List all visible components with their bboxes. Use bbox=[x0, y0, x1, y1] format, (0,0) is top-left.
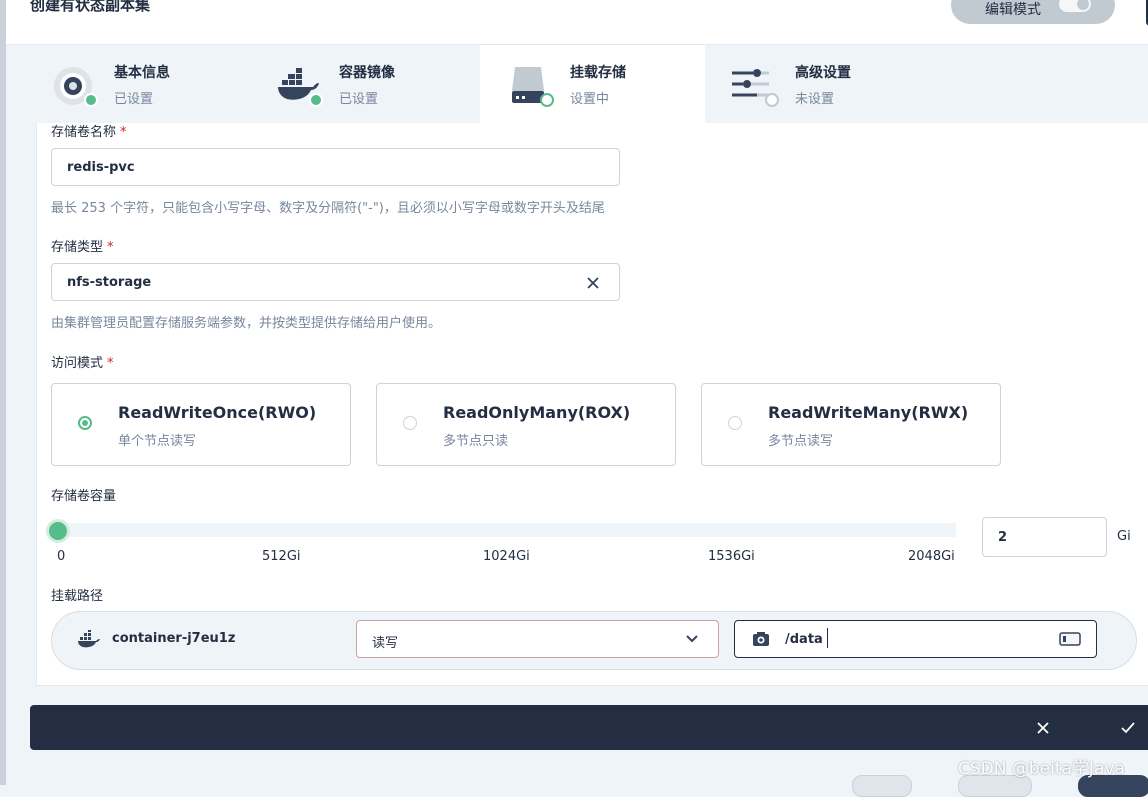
storage-class-select[interactable]: nfs-storage bbox=[51, 263, 620, 301]
label-text: 访问模式 bbox=[51, 356, 104, 371]
disk-drive-icon bbox=[1059, 632, 1081, 646]
storage-class-label: 存储类型 * bbox=[51, 236, 114, 255]
bottom-action-bar bbox=[30, 705, 1148, 750]
required-mark: * bbox=[107, 356, 114, 371]
mount-path-input[interactable]: /data bbox=[734, 620, 1097, 658]
access-mode-label: 访问模式 * bbox=[51, 352, 114, 371]
slider-tick-label: 1536Gi bbox=[708, 549, 755, 564]
storage-class-hint: 由集群管理员配置存储服务端参数，并按类型提供存储给用户使用。 bbox=[51, 316, 442, 331]
capacity-slider-handle[interactable] bbox=[46, 519, 70, 543]
label-text: 存储卷名称 bbox=[51, 125, 117, 140]
radio-unselected[interactable] bbox=[728, 416, 742, 430]
capacity-input[interactable]: 2 bbox=[982, 517, 1107, 557]
status-done-badge bbox=[84, 93, 98, 107]
camera-icon bbox=[753, 632, 769, 646]
step-name: 挂载存储 bbox=[570, 65, 626, 81]
capacity-label: 存储卷容量 bbox=[51, 489, 117, 504]
text-cursor bbox=[827, 628, 828, 648]
close-icon[interactable] bbox=[1036, 721, 1050, 735]
pvc-name-hint: 最长 253 个字符，只能包含小写字母、数字及分隔符("-")，且必须以小写字母… bbox=[51, 201, 605, 216]
mount-path-value: /data bbox=[785, 632, 823, 647]
required-mark: * bbox=[120, 125, 127, 140]
step-state: 未设置 bbox=[795, 92, 835, 107]
access-mode-title: ReadWriteMany(RWX) bbox=[768, 403, 969, 422]
slider-tick-label: 1024Gi bbox=[483, 549, 530, 564]
pvc-name-value: redis-pvc bbox=[67, 160, 135, 175]
status-todo-badge bbox=[765, 93, 779, 107]
mount-path-label: 挂载路径 bbox=[51, 589, 104, 604]
capacity-unit: Gi bbox=[1117, 529, 1131, 544]
mount-path-row: container-j7eu1z 读写 /data bbox=[51, 611, 1137, 670]
step-state: 设置中 bbox=[570, 92, 610, 107]
access-mode-rwo[interactable]: ReadWriteOnce(RWO) 单个节点读写 bbox=[51, 383, 351, 466]
footer-button[interactable] bbox=[852, 775, 912, 797]
access-select[interactable]: 读写 bbox=[356, 620, 719, 658]
modal-header: 创建有状态副本集 编辑模式 bbox=[6, 0, 1148, 45]
storage-class-value: nfs-storage bbox=[67, 275, 152, 290]
pvc-name-input[interactable]: redis-pvc bbox=[51, 148, 620, 186]
watermark-text: CSDN @beita学Java bbox=[958, 759, 1125, 779]
step-advanced-settings[interactable]: 高级设置 未设置 bbox=[705, 45, 930, 123]
access-mode-title: ReadOnlyMany(ROX) bbox=[443, 403, 631, 422]
toggle-switch[interactable] bbox=[1059, 0, 1091, 12]
step-name: 高级设置 bbox=[795, 65, 851, 81]
status-done-badge bbox=[309, 93, 323, 107]
edit-mode-toggle[interactable]: 编辑模式 bbox=[951, 0, 1115, 24]
wizard-steps: 基本信息 已设置 容器镜像 已设置 挂载存储 设置中 高级设置 未设置 bbox=[6, 45, 1148, 123]
pvc-name-label: 存储卷名称 * bbox=[51, 121, 127, 140]
access-select-value: 读写 bbox=[372, 636, 399, 651]
status-in-progress-badge bbox=[540, 93, 554, 107]
access-mode-desc: 多节点只读 bbox=[443, 434, 509, 449]
step-name: 基本信息 bbox=[114, 65, 170, 81]
required-mark: * bbox=[107, 240, 114, 255]
docker-icon bbox=[78, 630, 100, 648]
radio-selected[interactable] bbox=[78, 416, 92, 430]
edit-mode-label: 编辑模式 bbox=[985, 2, 1041, 18]
step-state: 已设置 bbox=[339, 92, 379, 107]
label-text: 存储类型 bbox=[51, 240, 104, 255]
slider-tick-label: 2048Gi bbox=[908, 549, 955, 564]
chevron-down-icon[interactable] bbox=[685, 634, 699, 644]
step-basic-info[interactable]: 基本信息 已设置 bbox=[6, 45, 231, 123]
access-mode-rox[interactable]: ReadOnlyMany(ROX) 多节点只读 bbox=[376, 383, 676, 466]
capacity-value: 2 bbox=[998, 530, 1008, 545]
access-mode-desc: 单个节点读写 bbox=[118, 434, 197, 449]
radio-unselected[interactable] bbox=[403, 416, 417, 430]
step-name: 容器镜像 bbox=[339, 65, 395, 81]
access-mode-desc: 多节点读写 bbox=[768, 434, 834, 449]
step-container-image[interactable]: 容器镜像 已设置 bbox=[231, 45, 456, 123]
access-mode-rwx[interactable]: ReadWriteMany(RWX) 多节点读写 bbox=[701, 383, 1001, 466]
step-state: 已设置 bbox=[114, 92, 154, 107]
slider-tick-label: 512Gi bbox=[262, 549, 301, 564]
modal-title: 创建有状态副本集 bbox=[30, 0, 151, 14]
step-mount-storage[interactable]: 挂载存储 设置中 bbox=[480, 45, 705, 123]
check-icon[interactable] bbox=[1120, 721, 1136, 735]
clear-icon[interactable] bbox=[585, 275, 601, 291]
access-mode-title: ReadWriteOnce(RWO) bbox=[118, 403, 317, 422]
container-name: container-j7eu1z bbox=[112, 631, 236, 646]
slider-tick-label: 0 bbox=[57, 549, 66, 564]
capacity-slider-track[interactable] bbox=[58, 523, 956, 537]
